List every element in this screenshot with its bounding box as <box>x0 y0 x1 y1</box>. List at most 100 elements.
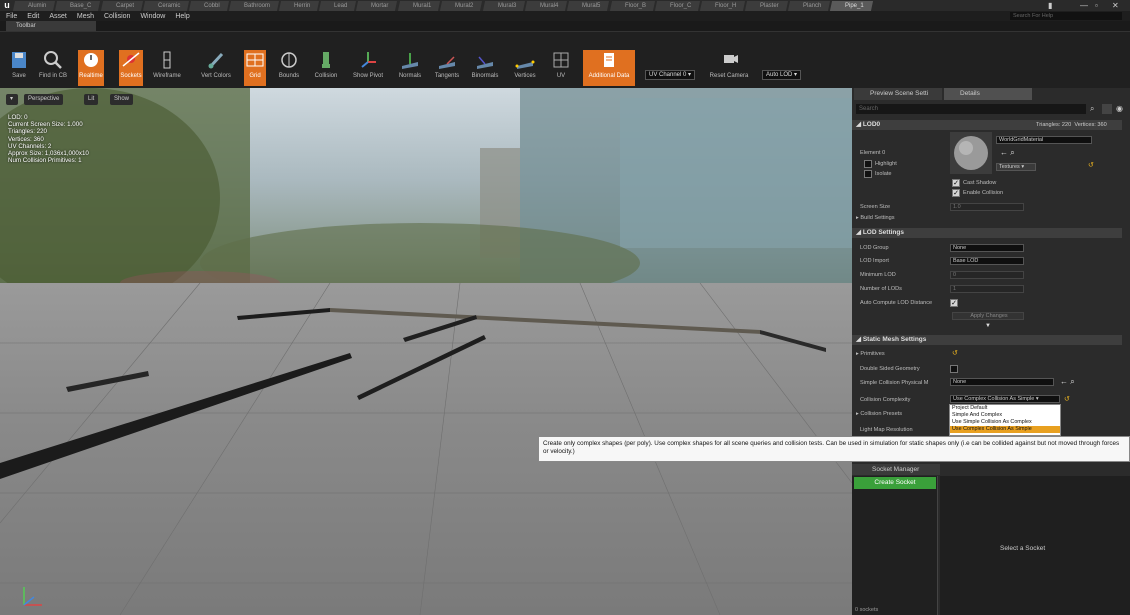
minimize-icon[interactable]: — <box>1080 0 1088 11</box>
tab-socket-manager[interactable]: Socket Manager <box>852 464 940 475</box>
auto-compute-lod-checkbox[interactable]: ✓ <box>950 299 958 307</box>
menu-window[interactable]: Window <box>140 13 165 20</box>
toolbar-tab[interactable]: Toolbar <box>6 21 96 31</box>
menu-help[interactable]: Help <box>175 13 189 20</box>
realtime-button[interactable]: Realtime <box>78 50 104 86</box>
tangents-button[interactable]: Tangents <box>431 50 463 86</box>
normals-button[interactable]: Normals <box>395 50 425 86</box>
tab-details[interactable]: Details <box>944 88 1032 100</box>
document-tab[interactable]: Carpet <box>100 0 143 11</box>
sockets-button[interactable]: Sockets <box>119 50 143 86</box>
document-tab[interactable]: Alumin <box>12 0 56 11</box>
document-tab[interactable]: Mortar <box>356 0 398 11</box>
wireframe-button[interactable]: Wireframe <box>152 50 182 86</box>
document-tab[interactable]: Mural1 <box>397 0 441 11</box>
option-simple-as-complex[interactable]: Use Simple Collision As Complex <box>950 419 1060 426</box>
light-map-resolution-label: Light Map Resolution <box>860 427 913 433</box>
option-simple-and-complex[interactable]: Simple And Complex <box>950 412 1060 419</box>
document-tab[interactable]: Plaster <box>745 0 788 11</box>
show-button[interactable]: Show <box>110 94 134 105</box>
static-mesh-settings-header[interactable]: ◢ Static Mesh Settings <box>852 335 1122 345</box>
apply-changes-button[interactable]: Apply Changes <box>952 312 1024 320</box>
eye-icon[interactable]: ◉ <box>1116 104 1123 113</box>
viewport-options-button[interactable]: ▾ <box>6 94 18 105</box>
menu-asset[interactable]: Asset <box>49 13 67 20</box>
menu-edit[interactable]: Edit <box>27 13 39 20</box>
vert-colors-button[interactable]: Vert Colors <box>198 50 234 86</box>
browse-arrow-icon[interactable]: ← ⌕ <box>1060 377 1075 387</box>
viewport[interactable]: ▾ Perspective Lit Show LOD: 0 Current Sc… <box>0 88 852 615</box>
document-tab[interactable]: Floor_H <box>699 0 746 11</box>
document-tab[interactable]: Floor_C <box>654 0 700 11</box>
bounds-button[interactable]: Bounds <box>276 50 302 86</box>
complexity-reset-icon[interactable]: ↺ <box>1064 395 1070 403</box>
menu-collision[interactable]: Collision <box>104 13 130 20</box>
collision-complexity-dropdown[interactable]: Use Complex Collision As Simple ▾ <box>950 395 1060 403</box>
menu-mesh[interactable]: Mesh <box>77 13 94 20</box>
bounds-icon <box>281 52 297 68</box>
primitives-reset-icon[interactable]: ↺ <box>952 349 958 357</box>
document-tab[interactable]: Mural5 <box>567 0 610 11</box>
document-tab[interactable]: Cobbl <box>188 0 229 11</box>
close-icon[interactable]: ✕ <box>1112 0 1119 11</box>
double-sided-checkbox[interactable] <box>950 365 958 373</box>
reset-to-default-icon[interactable]: ↺ <box>1088 161 1094 169</box>
additional-data-button[interactable]: Additional Data <box>583 50 635 86</box>
primitives-row[interactable]: ▸ Primitives <box>856 351 885 357</box>
help-search-input[interactable]: Search For Help <box>1010 12 1122 20</box>
document-tab[interactable]: Planch <box>787 0 831 11</box>
document-tab[interactable]: Ceramic <box>142 0 190 11</box>
document-tab[interactable]: Pipe_1 <box>830 0 874 11</box>
uv-channel-dropdown[interactable]: UV Channel 0 ▾ <box>645 70 696 80</box>
document-tab[interactable]: Base_C <box>55 0 101 11</box>
menu-file[interactable]: File <box>6 13 17 20</box>
show-pivot-button[interactable]: Show Pivot <box>348 50 388 86</box>
uv-button[interactable]: UV <box>550 50 572 86</box>
collision-presets-row[interactable]: ▸ Collision Presets <box>856 411 902 417</box>
textures-dropdown[interactable]: Textures ▾ <box>996 163 1036 171</box>
enable-collision-checkbox[interactable]: ✓ <box>952 189 960 197</box>
document-tab[interactable]: Bathroom <box>228 0 279 11</box>
number-of-lods-field[interactable]: 1 <box>950 285 1024 293</box>
material-dropdown[interactable]: WorldGridMaterial <box>996 136 1092 144</box>
save-button[interactable]: Save <box>8 50 30 86</box>
document-tab[interactable]: Floor_B <box>609 0 655 11</box>
document-tab[interactable]: Lead <box>319 0 357 11</box>
document-tab[interactable]: Mural3 <box>482 0 525 11</box>
lod-group-dropdown[interactable]: None <box>950 244 1024 252</box>
details-search-input[interactable]: Search <box>856 104 1086 114</box>
binormals-button[interactable]: Binormals <box>468 50 502 86</box>
highlight-checkbox[interactable] <box>864 160 872 168</box>
build-settings-row[interactable]: ▸ Build Settings <box>856 215 895 221</box>
lit-button[interactable]: Lit <box>84 94 99 105</box>
document-tab[interactable]: Herrin <box>278 0 320 11</box>
grid-button[interactable]: Grid <box>244 50 266 86</box>
material-thumbnail[interactable] <box>950 132 992 174</box>
collision-button[interactable]: Collision <box>310 50 342 86</box>
minimum-lod-field[interactable]: 0 <box>950 271 1024 279</box>
maximize-icon[interactable]: ▫ <box>1095 0 1098 11</box>
find-in-cb-button[interactable]: Find in CB <box>36 50 70 86</box>
viewport-background <box>0 88 852 308</box>
camera-icon <box>724 55 738 63</box>
phys-mat-dropdown[interactable]: None <box>950 378 1054 386</box>
lod-import-dropdown[interactable]: Base LOD <box>950 257 1024 265</box>
option-complex-as-simple[interactable]: Use Complex Collision As Simple <box>950 426 1060 433</box>
cast-shadow-checkbox[interactable]: ✓ <box>952 179 960 187</box>
option-project-default[interactable]: Project Default <box>950 405 1060 412</box>
vertices-button[interactable]: Vertices <box>510 50 540 86</box>
perspective-button[interactable]: Perspective <box>24 94 64 105</box>
lod-settings-header[interactable]: ◢ LOD Settings <box>852 228 1122 238</box>
document-tab[interactable]: Mural4 <box>524 0 568 11</box>
use-selected-arrow-icon[interactable]: ← ⌕ <box>1000 148 1015 158</box>
reset-camera-button[interactable]: Reset Camera <box>704 50 754 86</box>
document-tab[interactable]: Mural2 <box>440 0 483 11</box>
expand-arrow-icon[interactable]: ▼ <box>985 323 991 329</box>
tab-preview-scene-settings[interactable]: Preview Scene Setti <box>854 88 942 100</box>
auto-lod-dropdown[interactable]: Auto LOD ▾ <box>762 70 802 80</box>
view-options-icon[interactable] <box>1102 104 1112 114</box>
notification-icon[interactable]: ▮ <box>1048 0 1058 11</box>
screen-size-field[interactable]: 1.0 <box>950 203 1024 211</box>
isolate-checkbox[interactable] <box>864 170 872 178</box>
create-socket-button[interactable]: Create Socket <box>854 477 936 489</box>
